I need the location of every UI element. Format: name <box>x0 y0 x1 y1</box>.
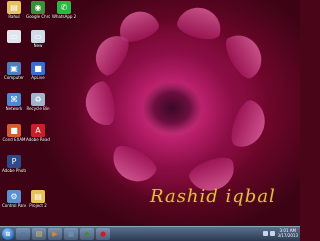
adobe-icon: A <box>31 124 45 137</box>
app-icon: ■ <box>31 62 45 75</box>
desktop-icon[interactable]: ▤ Project 2 <box>26 190 50 208</box>
control-panel-icon: ⚙ <box>7 190 21 203</box>
folder-icon: ▤ <box>7 1 21 14</box>
desktop-icon[interactable]: PAdobe Photoshop <box>2 155 26 173</box>
recycle-bin-icon: ♻ <box>31 93 45 106</box>
desktop-icon-label: Computer <box>4 75 24 80</box>
clock[interactable]: 3:01 AM 3/17/2013 <box>277 228 298 238</box>
app-icon: ◆ <box>84 230 90 238</box>
desktop-icon[interactable]: ▭ <box>2 30 26 43</box>
taskbar-pinned-apps: e ▤ ▶ ■ ◆ ● <box>14 228 110 240</box>
folder-icon: ▤ <box>31 190 45 203</box>
desktop-icon-label: Adobe Photoshop <box>2 168 26 173</box>
whatsapp-icon: ✆ <box>57 1 71 14</box>
flower-petal <box>220 27 270 83</box>
app-icon: ■ <box>67 230 75 238</box>
desktop-icon[interactable]: ■ Cond EXAM <box>2 124 26 142</box>
desktop-icon[interactable]: ⚙ Control Panel <box>2 190 26 208</box>
folder-icon: ▤ <box>35 230 43 238</box>
taskbar: ⊞ e ▤ ▶ ■ ◆ ● 3:01 AM 3/17/2013 <box>0 226 300 241</box>
desktop-icon-label: Adobe Reader <box>26 137 50 142</box>
taskbar-button[interactable]: ▤ <box>32 228 46 240</box>
desktop-icon[interactable]: ▣ Computer <box>2 62 26 80</box>
desktop-icon-label: Project 2 <box>29 203 47 208</box>
network-icon: ⌘ <box>7 93 21 106</box>
desktop-icon-label: Network <box>5 106 23 111</box>
ie-icon: e <box>20 230 26 238</box>
desktop-icon[interactable]: ⌘ Network <box>2 93 26 111</box>
desktop-icon-label: Cond EXAM <box>2 137 26 142</box>
taskbar-button[interactable]: ■ <box>64 228 78 240</box>
media-player-icon: ▶ <box>52 230 58 238</box>
taskbar-button[interactable]: ● <box>96 228 110 240</box>
desktop-wallpaper: Rashid iqbal ▤Rahul◉Google Chrome✆WhatsA… <box>0 0 300 226</box>
desktop-icon-label: Recycle Bin <box>26 106 50 111</box>
app-icon: ■ <box>7 124 21 137</box>
start-button[interactable]: ⊞ <box>2 228 14 240</box>
desktop-icon[interactable]: ✆WhatsApp 2012 <box>52 1 76 19</box>
desktop-icon[interactable]: ▤ Rahul <box>2 1 26 19</box>
clock-date: 3/17/2013 <box>277 233 298 238</box>
chrome-icon: ◉ <box>31 1 45 14</box>
flower-petal <box>82 79 118 129</box>
flower-petal <box>174 2 226 44</box>
network-tray-icon[interactable] <box>263 230 269 236</box>
desktop-icon[interactable]: ◉Google Chrome <box>26 1 50 19</box>
flower-petal <box>105 140 161 190</box>
app-icon: ● <box>99 230 107 238</box>
desktop-icon[interactable]: AAdobe Reader <box>26 124 50 142</box>
desktop-icon-label: Google Chrome <box>26 14 50 19</box>
system-tray: 3:01 AM 3/17/2013 <box>263 228 298 238</box>
computer-icon: ▣ <box>7 62 21 75</box>
desktop-icon-label: ApLive <box>31 75 45 80</box>
document-icon: ▭ <box>7 30 21 43</box>
desktop-icon-label: Rahul <box>8 14 20 19</box>
photoshop-icon: P <box>7 155 21 168</box>
desktop-icon-label: New <box>33 43 43 48</box>
desktop-icon[interactable]: ♻ Recycle Bin <box>26 93 50 111</box>
document-icon: ▭ <box>31 30 45 43</box>
volume-tray-icon[interactable] <box>270 230 276 236</box>
windows-logo-icon: ⊞ <box>5 230 11 238</box>
taskbar-button[interactable]: e <box>16 228 30 240</box>
desktop-icon-label: WhatsApp 2012 <box>52 14 76 19</box>
taskbar-button[interactable]: ▶ <box>48 228 62 240</box>
desktop-icon-label: Control Panel <box>2 203 26 208</box>
wallpaper-signature: Rashid iqbal <box>150 186 276 207</box>
taskbar-button[interactable]: ◆ <box>80 228 94 240</box>
desktop-icon[interactable]: ▭ New <box>26 30 50 48</box>
flower-petal <box>226 97 272 153</box>
desktop-icon[interactable]: ■ ApLive <box>26 62 50 80</box>
